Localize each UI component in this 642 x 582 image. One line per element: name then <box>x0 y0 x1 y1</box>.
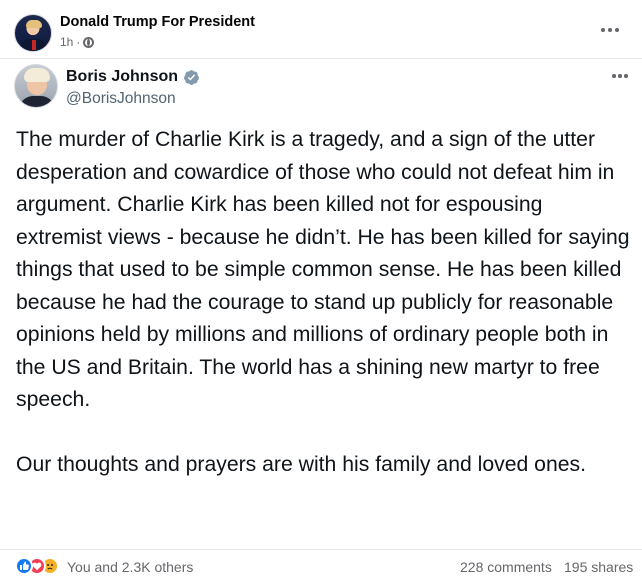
page-name[interactable]: Donald Trump For President <box>60 14 255 30</box>
post-header: Donald Trump For President 1h · <box>0 0 642 58</box>
embedded-tweet-image[interactable]: Boris Johnson @BorisJohnson The murder o… <box>0 58 642 548</box>
tweet-author-name-row: Boris Johnson <box>66 68 200 86</box>
like-icon <box>15 557 33 575</box>
tweet-paragraph: The murder of Charlie Kirk is a tragedy,… <box>16 128 630 411</box>
avatar-suit <box>19 96 55 107</box>
avatar-tie <box>32 40 36 50</box>
post-footer: You and 2.3K others 228 comments 195 sha… <box>0 550 642 582</box>
tweet-author-avatar <box>14 64 58 108</box>
reaction-summary[interactable]: You and 2.3K others <box>67 559 193 575</box>
page-avatar[interactable] <box>14 14 52 52</box>
more-dot-icon <box>618 74 622 78</box>
tweet-paragraph: Our thoughts and prayers are with his fa… <box>16 453 587 476</box>
avatar-hair <box>24 68 50 82</box>
facebook-post: Donald Trump For President 1h · Boris Jo… <box>0 0 642 582</box>
more-dot-icon <box>601 28 605 32</box>
meta-separator: · <box>76 35 81 49</box>
tweet-author-name: Boris Johnson <box>66 68 179 85</box>
tweet-author-handle: @BorisJohnson <box>66 90 176 107</box>
post-time[interactable]: 1h <box>60 35 73 49</box>
verified-badge-icon <box>184 69 199 85</box>
post-more-options-button[interactable] <box>598 22 622 38</box>
tweet-more-icon <box>610 70 630 82</box>
avatar-hair <box>26 20 42 28</box>
shares-count[interactable]: 195 shares <box>564 559 633 575</box>
more-dot-icon <box>624 74 628 78</box>
globe-icon[interactable] <box>83 36 95 48</box>
more-dot-icon <box>615 28 619 32</box>
tweet-text: The murder of Charlie Kirk is a tragedy,… <box>16 124 630 482</box>
reaction-icons[interactable] <box>15 557 59 575</box>
post-meta: 1h · <box>60 35 95 49</box>
more-dot-icon <box>608 28 612 32</box>
more-dot-icon <box>612 74 616 78</box>
comments-count[interactable]: 228 comments <box>460 559 552 575</box>
